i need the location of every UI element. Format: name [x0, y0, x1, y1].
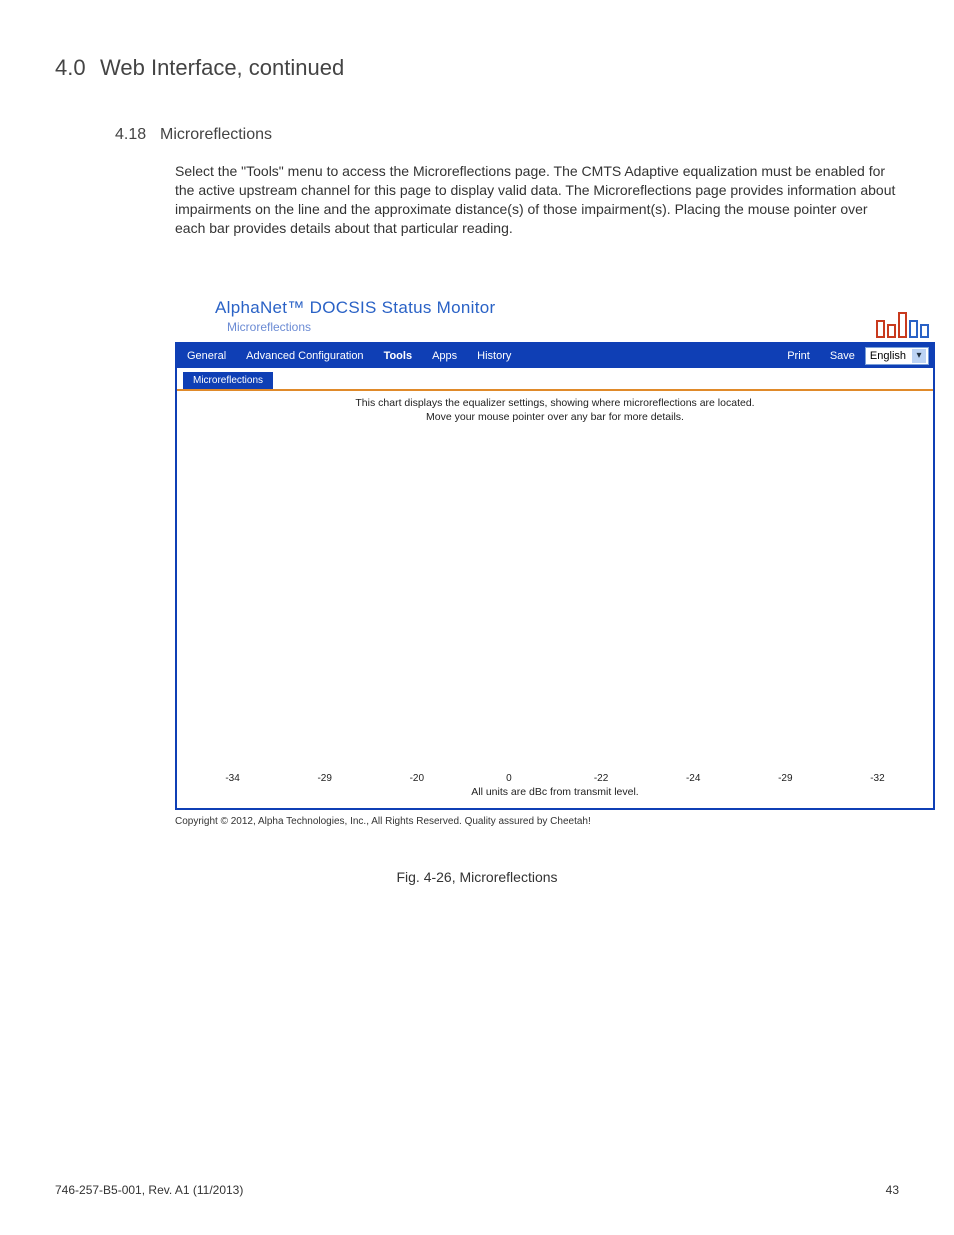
app-screenshot: AlphaNet™ DOCSIS Status Monitor Microref…: [175, 298, 935, 827]
bar-label: -34: [189, 770, 276, 784]
chart-panel: This chart displays the equalizer settin…: [177, 391, 933, 808]
section-title: Web Interface, continued: [100, 55, 344, 80]
menu-print[interactable]: Print: [777, 344, 820, 368]
bar-label: 0: [465, 770, 552, 784]
menu-tools[interactable]: Tools: [374, 344, 423, 368]
alpha-logo-icon: [876, 306, 929, 338]
bar-label: -20: [373, 770, 460, 784]
bar-column[interactable]: -29: [742, 770, 829, 784]
subsection-heading: 4.18Microreflections: [115, 126, 899, 144]
bar-label: -29: [281, 770, 368, 784]
menu-advanced-configuration[interactable]: Advanced Configuration: [236, 344, 373, 368]
axis-caption: All units are dBc from transmit level.: [189, 784, 921, 798]
bar-column[interactable]: -32: [834, 770, 921, 784]
tab-microreflections[interactable]: Microreflections: [183, 372, 273, 389]
footer-page-number: 43: [886, 1183, 899, 1197]
bar-column[interactable]: -20: [373, 770, 460, 784]
menu-save[interactable]: Save: [820, 344, 865, 368]
section-heading: 4.0Web Interface, continued: [55, 55, 899, 81]
menu-bar: General Advanced Configuration Tools App…: [177, 344, 933, 368]
body-paragraph: Select the "Tools" menu to access the Mi…: [175, 162, 899, 238]
menu-general[interactable]: General: [177, 344, 236, 368]
bar-column[interactable]: -22: [558, 770, 645, 784]
subsection-title: Microreflections: [160, 126, 272, 143]
menu-apps[interactable]: Apps: [422, 344, 467, 368]
bar-label: -24: [650, 770, 737, 784]
copyright-text: Copyright © 2012, Alpha Technologies, In…: [175, 816, 935, 827]
chart-caption-line2: Move your mouse pointer over any bar for…: [189, 411, 921, 423]
bar-column[interactable]: 0: [465, 770, 552, 784]
footer-doc-id: 746-257-B5-001, Rev. A1 (11/2013): [55, 1183, 243, 1197]
figure-caption: Fig. 4-26, Microreflections: [55, 869, 899, 885]
bar-chart: -34 -29 -20 0 -22 -24 -29 -32: [189, 429, 921, 784]
bar-label: -29: [742, 770, 829, 784]
app-subtitle: Microreflections: [227, 320, 495, 334]
language-value: English: [870, 350, 906, 362]
bar-column[interactable]: -24: [650, 770, 737, 784]
chart-caption-line1: This chart displays the equalizer settin…: [189, 397, 921, 409]
section-number: 4.0: [55, 55, 100, 81]
app-title: AlphaNet™ DOCSIS Status Monitor: [215, 298, 495, 318]
bar-column[interactable]: -29: [281, 770, 368, 784]
subsection-number: 4.18: [115, 126, 160, 144]
menu-history[interactable]: History: [467, 344, 521, 368]
bar-column[interactable]: -34: [189, 770, 276, 784]
chevron-down-icon: ▾: [912, 349, 926, 363]
bar-label: -32: [834, 770, 921, 784]
bar-label: -22: [558, 770, 645, 784]
language-select[interactable]: English ▾: [865, 347, 929, 365]
